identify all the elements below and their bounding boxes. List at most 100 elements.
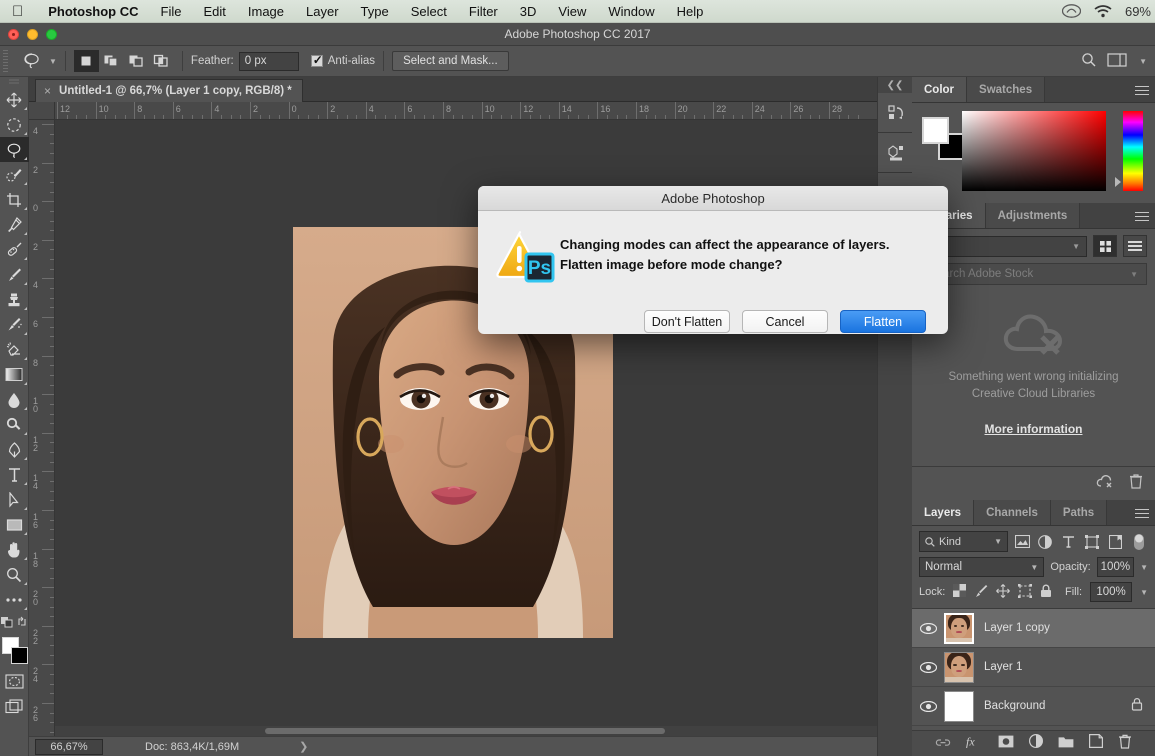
menu-layer[interactable]: Layer bbox=[295, 4, 350, 19]
opacity-stepper-chevron-down-icon[interactable]: ▼ bbox=[1140, 563, 1148, 572]
link-layers-icon[interactable] bbox=[935, 735, 951, 753]
tab-channels[interactable]: Channels bbox=[974, 500, 1051, 525]
ruler-corner[interactable] bbox=[29, 102, 55, 120]
layer-visibility-toggle[interactable] bbox=[912, 701, 944, 712]
healing-brush-tool[interactable] bbox=[0, 237, 29, 262]
add-layer-mask-icon[interactable] bbox=[998, 735, 1014, 753]
chevron-down-icon[interactable]: ▼ bbox=[1139, 57, 1147, 66]
menu-image[interactable]: Image bbox=[237, 4, 295, 19]
move-tool[interactable] bbox=[0, 87, 29, 112]
color-panel-foreground-swatch[interactable] bbox=[922, 117, 949, 144]
shape-filter-icon[interactable] bbox=[1083, 532, 1101, 552]
lasso-tool[interactable] bbox=[0, 137, 29, 162]
layer-name[interactable]: Layer 1 bbox=[984, 661, 1022, 673]
opacity-input[interactable]: 100% bbox=[1097, 557, 1134, 577]
menu-app-name[interactable]: Photoshop CC bbox=[37, 4, 149, 19]
horizontal-ruler[interactable]: 121086420246810121416182022242628 bbox=[55, 102, 912, 120]
rectangle-tool[interactable] bbox=[0, 512, 29, 537]
tool-preset-chevron-down-icon[interactable]: ▼ bbox=[49, 57, 57, 66]
quick-selection-tool[interactable] bbox=[0, 162, 29, 187]
battery-percent[interactable]: 69% bbox=[1125, 4, 1151, 19]
filter-toggle-icon[interactable] bbox=[1130, 532, 1148, 552]
new-adjustment-layer-icon[interactable] bbox=[1029, 734, 1043, 753]
scrollbar-thumb[interactable] bbox=[265, 728, 665, 734]
hand-tool[interactable] bbox=[0, 537, 29, 562]
cancel-button[interactable]: Cancel bbox=[742, 310, 828, 333]
tab-swatches[interactable]: Swatches bbox=[967, 77, 1045, 102]
tab-color[interactable]: Color bbox=[912, 77, 967, 102]
table-row[interactable]: Layer 1 bbox=[912, 648, 1155, 687]
chevron-down-icon[interactable]: ▼ bbox=[1130, 270, 1138, 279]
list-view-icon[interactable] bbox=[1123, 235, 1147, 257]
lock-artboard-icon[interactable] bbox=[1018, 584, 1032, 601]
intersect-selection-button[interactable] bbox=[149, 50, 174, 72]
menu-help[interactable]: Help bbox=[666, 4, 715, 19]
panel-menu-icon[interactable] bbox=[1135, 209, 1149, 223]
fill-input[interactable]: 100% bbox=[1090, 582, 1132, 602]
layer-thumbnail[interactable] bbox=[944, 691, 974, 722]
feather-input[interactable]: 0 px bbox=[239, 52, 299, 71]
lock-image-pixels-icon[interactable] bbox=[974, 584, 988, 601]
table-row[interactable]: Layer 1 copy bbox=[912, 609, 1155, 648]
menu-type[interactable]: Type bbox=[350, 4, 400, 19]
crop-tool[interactable] bbox=[0, 187, 29, 212]
fill-stepper-chevron-down-icon[interactable]: ▼ bbox=[1140, 588, 1148, 597]
new-group-icon[interactable] bbox=[1058, 735, 1074, 753]
gradient-tool[interactable] bbox=[0, 362, 29, 387]
canvas-horizontal-scrollbar[interactable] bbox=[55, 726, 912, 736]
subtract-from-selection-button[interactable] bbox=[124, 50, 149, 72]
new-selection-button[interactable] bbox=[74, 50, 99, 72]
search-icon[interactable] bbox=[1081, 52, 1097, 71]
menu-select[interactable]: Select bbox=[400, 4, 458, 19]
close-icon[interactable]: × bbox=[44, 84, 51, 98]
layer-style-fx-icon[interactable]: fx bbox=[966, 734, 983, 753]
pixel-filter-icon[interactable] bbox=[1013, 532, 1031, 552]
brush-tool[interactable] bbox=[0, 262, 29, 287]
workspace-icon[interactable] bbox=[1107, 53, 1127, 70]
flatten-button[interactable]: Flatten bbox=[840, 310, 926, 333]
layer-thumbnail[interactable] bbox=[944, 613, 974, 644]
hue-strip[interactable] bbox=[1123, 111, 1143, 191]
cloud-sync-error-icon[interactable] bbox=[1096, 474, 1115, 494]
smart-object-filter-icon[interactable] bbox=[1106, 532, 1124, 552]
grid-view-icon[interactable] bbox=[1093, 235, 1117, 257]
blend-mode-select[interactable]: Normal ▼ bbox=[919, 557, 1044, 577]
dodge-tool[interactable] bbox=[0, 412, 29, 437]
anti-alias-checkbox[interactable] bbox=[311, 55, 323, 67]
pen-tool[interactable] bbox=[0, 437, 29, 462]
select-and-mask-button[interactable]: Select and Mask... bbox=[392, 51, 509, 71]
close-button[interactable] bbox=[8, 29, 19, 40]
new-layer-icon[interactable] bbox=[1089, 734, 1103, 753]
creative-cloud-icon[interactable] bbox=[1062, 4, 1081, 18]
delete-icon[interactable] bbox=[1129, 473, 1143, 494]
panel-menu-icon[interactable] bbox=[1135, 83, 1149, 97]
layer-thumbnail[interactable] bbox=[944, 652, 974, 683]
history-panel-icon[interactable] bbox=[878, 93, 913, 133]
background-color-swatch[interactable] bbox=[11, 647, 28, 664]
more-tools[interactable] bbox=[0, 587, 29, 612]
type-tool[interactable] bbox=[0, 462, 29, 487]
zoom-tool[interactable] bbox=[0, 562, 29, 587]
layer-visibility-toggle[interactable] bbox=[912, 662, 944, 673]
options-bar-grip[interactable] bbox=[3, 50, 13, 72]
collapse-panels-button[interactable]: ❮❮ bbox=[878, 77, 912, 93]
eraser-tool[interactable] bbox=[0, 337, 29, 362]
tool-grip[interactable] bbox=[0, 77, 29, 87]
layer-name[interactable]: Layer 1 copy bbox=[984, 622, 1050, 634]
lasso-tool-icon[interactable] bbox=[17, 49, 47, 73]
table-row[interactable]: Background bbox=[912, 687, 1155, 726]
color-picker-field[interactable] bbox=[962, 111, 1106, 191]
more-information-link[interactable]: More information bbox=[924, 421, 1143, 438]
menu-filter[interactable]: Filter bbox=[458, 4, 509, 19]
path-selection-tool[interactable] bbox=[0, 487, 29, 512]
type-filter-icon[interactable] bbox=[1060, 532, 1078, 552]
layer-filter-kind-select[interactable]: Kind ▼ bbox=[919, 531, 1008, 552]
layer-name[interactable]: Background bbox=[984, 700, 1045, 712]
clone-stamp-tool[interactable] bbox=[0, 287, 29, 312]
eyedropper-tool[interactable] bbox=[0, 212, 29, 237]
layer-visibility-toggle[interactable] bbox=[912, 623, 944, 634]
quick-mask-icon[interactable] bbox=[0, 669, 29, 694]
document-tab[interactable]: × Untitled-1 @ 66,7% (Layer 1 copy, RGB/… bbox=[35, 79, 303, 102]
menu-view[interactable]: View bbox=[547, 4, 597, 19]
status-expand-icon[interactable]: ❯ bbox=[299, 740, 308, 753]
